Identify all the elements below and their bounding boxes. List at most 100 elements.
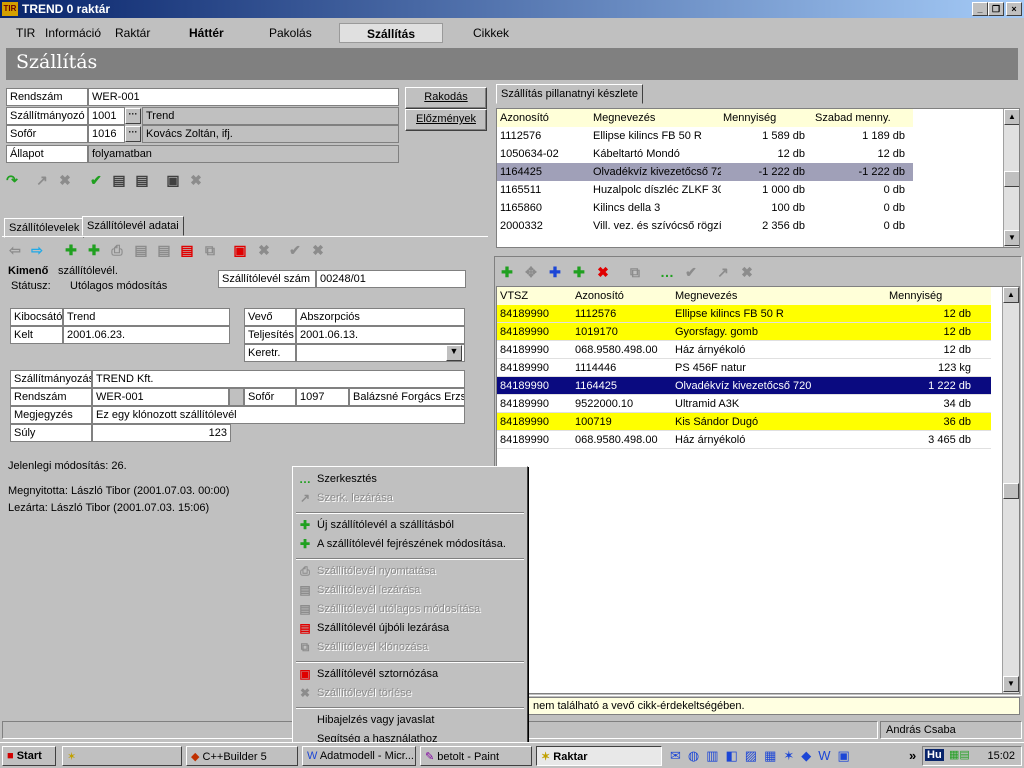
col-szabad[interactable]: Szabad menny. [815,112,891,124]
show-more-icon[interactable]: » [909,748,916,763]
taskbar-item-cbuilder[interactable]: ◆ C++Builder 5 [186,746,298,766]
keretr-select[interactable] [296,344,465,362]
teljesites-field[interactable]: 2001.06.13. [296,326,465,344]
add-blue-icon[interactable]: ✚ [546,264,564,281]
col-azonosito[interactable]: Azonosító [575,290,624,302]
minimize-button[interactable]: _ [972,2,988,16]
tab-szallitolevelek[interactable]: Szállítólevelek [4,218,85,238]
megjegyzes-field[interactable]: Ez egy klónozott szállítólevél [92,406,465,424]
item-row[interactable]: 84189990 1019170 Gyorsfagy. gomb 12 db [497,323,991,341]
menu-szallitas[interactable]: Szállítás [339,23,443,43]
menu-informacio[interactable]: Információ [45,26,101,40]
add-icon[interactable]: ✚ [62,242,80,259]
items-scrollbar[interactable]: ▲ ▼ [1002,287,1019,693]
stock-row[interactable]: 1112576 Ellipse kilincs FB 50 R 1 589 db 1 … [497,127,913,145]
stock-row[interactable]: 1165511 Huzalpolc díszléc ZLKF 30 1 000 db… [497,181,913,199]
keretr-dropdown-icon[interactable]: ▼ [446,345,462,361]
rendszam-detail-label: Rendszám [10,388,92,406]
close-button[interactable]: × [1006,2,1022,16]
item-row[interactable]: 84189990 1114446 PS 456F natur 123 kg [497,359,991,377]
doc-lock-icon[interactable]: ▤ [178,242,196,259]
kibocsato-field[interactable]: Trend [63,308,230,326]
col-mennyiseg[interactable]: Mennyiség [889,290,942,302]
szallitmanyozo-code-field[interactable]: 1001 [88,107,125,125]
language-indicator[interactable]: Hu [925,749,944,761]
kelt-field[interactable]: 2001.06.23. [63,326,230,344]
doc-icon[interactable]: ▤ [110,172,128,189]
stock-row[interactable]: 1165860 Kilincs della 3 100 db 0 db [497,199,913,217]
sofor-detail-code[interactable]: 1097 [296,388,349,406]
col-megnevezes[interactable]: Megnevezés [675,290,737,302]
quick-launch-icons[interactable]: ✉◍▥◧▨▦✶◆W▣ [670,748,857,764]
scroll-thumb[interactable] [1003,483,1019,499]
context-menu-item[interactable]: Szállítólevél újbóli lezárása [317,622,449,634]
taskbar-item-paint[interactable]: ✎ betolt - Paint [420,746,532,766]
scroll-up-icon[interactable]: ▲ [1004,109,1019,125]
elozmenyek-button[interactable]: Előzmények [405,109,487,131]
add-item-icon[interactable]: ✚ [498,264,516,281]
item-row[interactable]: 84189990 1164425 Olvadékvíz kivezetőcső 72… [497,377,991,395]
col-megnevezes[interactable]: Megnevezés [593,112,655,124]
start-button[interactable]: ■ Start [2,746,56,766]
delete-doc-icon[interactable]: ▣ [164,172,182,189]
taskbar-item-adatmodell[interactable]: W Adatmodell - Micr... [302,746,416,766]
add-edit-item-icon[interactable]: ✚ [570,264,588,281]
check-icon[interactable]: ✔ [87,172,105,189]
storno-icon[interactable]: ▣ [231,242,249,259]
context-menu-item[interactable]: Hibajelzés vagy javaslat [317,714,434,726]
menu-hatter[interactable]: Háttér [189,26,224,40]
szallitmanyozo-lookup-button[interactable]: ··· [125,108,141,124]
delete-item-icon[interactable]: ✖ [594,264,612,281]
rendszam-lookup[interactable] [229,388,244,406]
vevo-field[interactable]: Abszorpciós [296,308,465,326]
rendszam-field[interactable]: WER-001 [88,88,399,106]
tab-pillanatnyi-keszlet[interactable]: Szállítás pillanatnyi készlete [496,84,643,104]
tray-icons[interactable]: ▦▤ [949,748,970,761]
item-row[interactable]: 84189990 9522000.10 Ultramid A3K 34 db [497,395,991,413]
suly-field[interactable]: 123 [92,424,231,442]
stock-free: 1 189 db [862,130,905,142]
col-vtsz[interactable]: VTSZ [500,290,528,302]
stock-qty: 12 db [777,148,805,160]
doc-edit-icon[interactable]: ▤ [133,172,151,189]
item-id: 068.9580.498.00 [575,434,658,446]
forward-icon[interactable]: ⇨ [28,242,46,259]
suly-label: Súly [10,424,92,442]
scroll-up-icon[interactable]: ▲ [1003,287,1019,303]
scroll-thumb[interactable] [1004,171,1019,187]
context-menu-item[interactable]: Új szállítólevél a szállításból [317,519,454,531]
menu-raktar[interactable]: Raktár [115,26,150,40]
add-edit-icon[interactable]: ✚ [85,242,103,259]
context-menu-item[interactable]: Szállítólevél sztornózása [317,668,438,680]
col-mennyiseg[interactable]: Mennyiség [723,112,776,124]
rakodas-button[interactable]: Rakodás [405,87,487,109]
szallitmanyozas-field[interactable]: TREND Kft. [92,370,465,388]
item-row[interactable]: 84189990 1112576 Ellipse kilincs FB 50 R 12… [497,305,991,323]
menu-pakolas[interactable]: Pakolás [269,26,312,40]
sofor-code-field[interactable]: 1016 [88,125,125,143]
maximize-button[interactable]: ❐ [988,2,1004,16]
scroll-down-icon[interactable]: ▼ [1004,230,1019,246]
taskbar-item-raktar[interactable]: ✶ Raktar [536,746,662,766]
edit-dots-icon[interactable]: … [658,264,676,280]
item-row[interactable]: 84189990 068.9580.498.00 Ház árnyékoló 12 d… [497,341,991,359]
kimeno-label: Kimenő [8,265,49,277]
scroll-down-icon[interactable]: ▼ [1003,676,1019,692]
stock-row[interactable]: 1050634-02 Kábeltartó Mondó 12 db 12 db [497,145,913,163]
tab-szallitolevel-adatai[interactable]: Szállítólevél adatai [82,216,184,236]
col-azonosito[interactable]: Azonosító [500,112,549,124]
item-row[interactable]: 84189990 068.9580.498.00 Ház árnyékoló 3 46… [497,431,991,449]
stock-row[interactable]: 1164425 Olvadékvíz kivezetőcső 72 -1 222 d… [497,163,913,181]
item-row[interactable]: 84189990 100719 Kis Sándor Dugó 36 db [497,413,991,431]
context-menu-item[interactable]: A szállítólevél fejrészének módosítása. [317,538,506,550]
menu-tir[interactable]: TIR [16,26,35,40]
context-menu-item[interactable]: Szerkesztés [317,473,377,485]
rendszam-detail-field[interactable]: WER-001 [92,388,229,406]
sofor-lookup-button[interactable]: ··· [125,126,141,142]
stock-scrollbar[interactable]: ▲ ▼ [1003,109,1019,247]
taskbar-item-0[interactable]: ✶ [62,746,182,766]
stock-row[interactable]: 2000332 Vill. vez. és szívócső rögzít 2 35… [497,217,913,235]
szam-field[interactable]: 00248/01 [316,270,466,288]
forward-green-icon[interactable]: ↷ [3,172,21,189]
menu-cikkek[interactable]: Cikkek [473,26,509,40]
